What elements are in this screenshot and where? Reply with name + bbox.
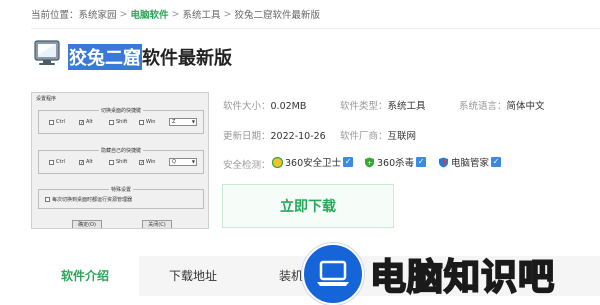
checkbox-icon (109, 119, 114, 125)
watermark-logo (302, 243, 364, 305)
security-badge-360: 360安全卫士 ✓ (272, 155, 354, 169)
screenshot-window-title: 设置程序 (36, 96, 57, 102)
screenshot-group-special: 特殊设置 每次切换到桌面时都运行资源管理器 (38, 187, 204, 209)
screenshot-close-button: 关闭(C) (142, 220, 172, 228)
info-vendor: 软件厂商：互联网 (340, 128, 416, 142)
svg-text:+: + (367, 160, 372, 167)
security-badge-label: 电脑管家 (451, 158, 490, 169)
checked-checkbox-icon: ✓ (139, 159, 145, 166)
360-shield-icon (272, 156, 283, 168)
breadcrumb-link-home[interactable]: 系统家园 (79, 7, 117, 21)
security-badge-pcmgr: 电脑管家 ✓ (438, 155, 502, 169)
info-label: 软件类型： (340, 101, 388, 112)
watermark-text: 电脑知识吧 (369, 256, 556, 299)
check-icon: ✓ (416, 157, 427, 167)
checkbox-icon (109, 159, 114, 165)
breadcrumb-current: 狡兔二窟软件最新版 (234, 10, 320, 21)
screenshot-key-select: Z (169, 118, 197, 126)
info-label: 软件大小： (223, 101, 271, 112)
pc-manager-shield-icon (439, 157, 448, 167)
info-type: 软件类型：系统工具 (340, 98, 426, 112)
info-label: 系统语言： (459, 101, 507, 112)
screenshot-ok-button: 确定(O) (72, 220, 102, 228)
info-label: 软件厂商： (340, 131, 388, 142)
checkbox-icon (139, 119, 144, 125)
security-label: 安全检测： (223, 160, 271, 171)
laptop-icon (317, 260, 349, 286)
info-value: 2022-10-26 (270, 131, 326, 142)
screenshot-group-title: 隐藏自己的快捷键 (98, 148, 143, 154)
info-value: 系统工具 (387, 101, 426, 112)
breadcrumb-label: 当前位置： (31, 10, 79, 21)
app-monitor-icon (34, 40, 60, 65)
breadcrumb: 当前位置： 系统家园 > 电脑软件 > 系统工具 > 狡兔二窟软件最新版 (31, 7, 320, 22)
security-badge-360av: + 360杀毒 ✓ (364, 155, 427, 169)
breadcrumb-separator: > (223, 8, 232, 20)
info-language: 系统语言：简体中文 (459, 98, 545, 112)
divider (31, 28, 600, 29)
page-title: 狡兔二窟 软件最新版 (68, 44, 232, 70)
title-highlighted: 狡兔二窟 (68, 44, 142, 70)
info-date: 更新日期：2022-10-26 (223, 128, 326, 142)
info-value: 0.02MB (270, 101, 307, 112)
screenshot-group-hide: 隐藏自己的快捷键 Ctrl ✓ Alt Shift ✓ Win Q (38, 148, 204, 174)
breadcrumb-link-software[interactable]: 电脑软件 (131, 7, 169, 21)
checkbox-icon (49, 119, 54, 125)
software-screenshot[interactable]: 设置程序 切换桌面的快捷键 Ctrl ✓Alt Shift Win Z 隐藏自己… (31, 92, 209, 229)
info-label: 更新日期： (223, 131, 271, 142)
watermark: 电脑知识吧 (302, 243, 555, 305)
info-value: 互联网 (387, 131, 417, 142)
screenshot-key-select: Q (169, 158, 197, 166)
info-value: 简体中文 (506, 101, 545, 112)
tab-download[interactable]: 下载地址 (139, 256, 247, 296)
screenshot-group-title: 切换桌面的快捷键 (98, 108, 143, 114)
security-badge-label: 360安全卫士 (285, 158, 342, 169)
360-antivirus-icon: + (365, 157, 374, 167)
security-badge-label: 360杀毒 (377, 158, 415, 169)
breadcrumb-separator: > (119, 8, 128, 20)
title-rest: 软件最新版 (142, 48, 232, 69)
checkbox-icon (49, 159, 54, 165)
check-icon: ✓ (491, 157, 502, 167)
checked-checkbox-icon: ✓ (79, 159, 85, 166)
checkbox-icon (45, 197, 50, 202)
download-button[interactable]: 立即下载 (222, 184, 394, 228)
info-size: 软件大小：0.02MB (223, 98, 306, 112)
screenshot-group-title: 特殊设置 (108, 187, 133, 193)
tab-intro[interactable]: 软件介绍 (31, 256, 139, 296)
breadcrumb-separator: > (171, 8, 180, 20)
screenshot-group-switch: 切换桌面的快捷键 Ctrl ✓ Alt Shift Win Z (38, 108, 204, 134)
breadcrumb-link-tools[interactable]: 系统工具 (182, 7, 220, 21)
check-icon: ✓ (343, 157, 354, 167)
checked-checkbox-icon: ✓ (79, 119, 85, 126)
